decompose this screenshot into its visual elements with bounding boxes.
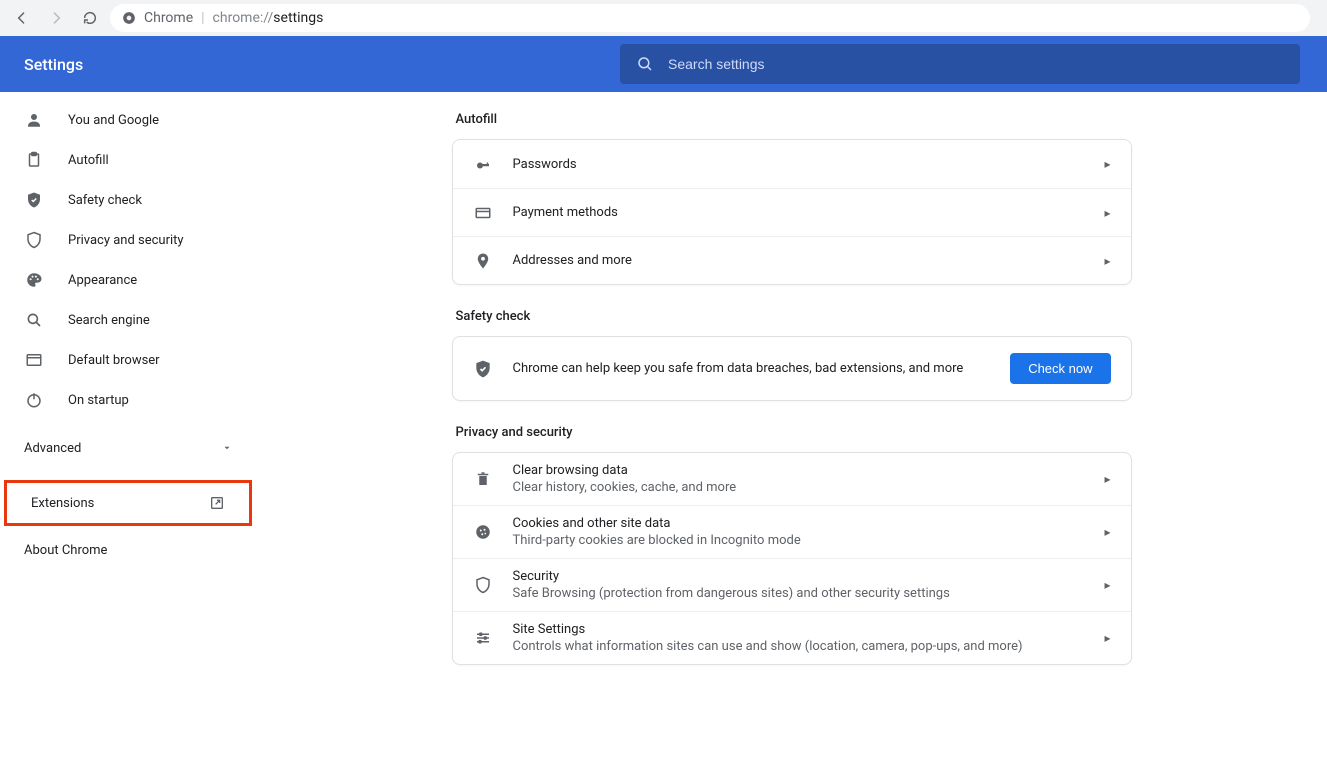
tune-icon	[473, 629, 493, 647]
sidebar-item-label: Search engine	[68, 313, 150, 328]
reload-button[interactable]	[76, 4, 104, 32]
sidebar-item-autofill[interactable]: Autofill	[0, 140, 256, 180]
section-privacy: Privacy and security Clear browsing data…	[452, 425, 1132, 665]
sidebar-advanced-label: Advanced	[24, 441, 81, 456]
location-icon	[473, 252, 493, 270]
sidebar-advanced[interactable]: Advanced	[0, 428, 256, 468]
chevron-right-icon: ▸	[1104, 254, 1110, 268]
safety-check-row: Chrome can help keep you safe from data …	[453, 337, 1131, 400]
search-settings-input[interactable]	[668, 56, 1284, 72]
chevron-right-icon: ▸	[1104, 157, 1110, 171]
sidebar-extensions[interactable]: Extensions	[7, 483, 249, 523]
sidebar-about-chrome[interactable]: About Chrome	[0, 530, 256, 570]
row-site-settings[interactable]: Site Settings Controls what information …	[453, 611, 1131, 664]
power-icon	[24, 391, 44, 409]
sidebar-about-label: About Chrome	[24, 543, 107, 558]
row-passwords[interactable]: Passwords ▸	[453, 140, 1131, 188]
sidebar-item-label: On startup	[68, 393, 129, 408]
row-title: Addresses and more	[513, 253, 1085, 268]
row-title: Passwords	[513, 157, 1085, 172]
row-payment-methods[interactable]: Payment methods ▸	[453, 188, 1131, 236]
chevron-right-icon: ▸	[1104, 206, 1110, 220]
safety-check-text: Chrome can help keep you safe from data …	[513, 361, 991, 376]
sidebar-item-label: Autofill	[68, 153, 109, 168]
chevron-right-icon: ▸	[1104, 472, 1110, 486]
row-title: Payment methods	[513, 205, 1085, 220]
row-subtitle: Clear history, cookies, cache, and more	[513, 480, 1085, 495]
search-icon	[636, 55, 654, 73]
sidebar-item-label: Appearance	[68, 273, 137, 288]
section-title-privacy: Privacy and security	[452, 425, 1132, 452]
shield-icon	[24, 231, 44, 249]
check-now-button[interactable]: Check now	[1010, 353, 1110, 384]
row-title: Security	[513, 569, 1085, 584]
shield-check-icon	[473, 359, 493, 379]
extensions-highlight: Extensions	[4, 480, 252, 526]
settings-header: Settings	[0, 36, 1327, 92]
row-cookies[interactable]: Cookies and other site data Third-party …	[453, 505, 1131, 558]
chevron-right-icon: ▸	[1104, 578, 1110, 592]
omnibox-divider: |	[201, 10, 204, 26]
forward-button[interactable]	[42, 4, 70, 32]
section-safety-check: Safety check Chrome can help keep you sa…	[452, 309, 1132, 401]
chrome-favicon-icon	[122, 11, 136, 25]
address-bar[interactable]: Chrome | chrome://settings	[110, 4, 1310, 32]
person-icon	[24, 111, 44, 129]
search-settings-box[interactable]	[620, 44, 1300, 84]
row-addresses[interactable]: Addresses and more ▸	[453, 236, 1131, 284]
row-subtitle: Controls what information sites can use …	[513, 639, 1085, 654]
sidebar-item-privacy[interactable]: Privacy and security	[0, 220, 256, 260]
shield-icon	[473, 576, 493, 594]
sidebar-item-default-browser[interactable]: Default browser	[0, 340, 256, 380]
row-clear-browsing-data[interactable]: Clear browsing data Clear history, cooki…	[453, 453, 1131, 505]
row-title: Clear browsing data	[513, 463, 1085, 478]
sidebar: You and Google Autofill Safety check Pri…	[0, 92, 256, 768]
sidebar-item-label: Safety check	[68, 193, 142, 208]
omnibox-url: chrome://settings	[213, 10, 324, 26]
key-icon	[473, 155, 493, 173]
sidebar-item-label: Privacy and security	[68, 233, 184, 248]
sidebar-item-on-startup[interactable]: On startup	[0, 380, 256, 420]
chevron-down-icon	[222, 443, 232, 453]
omnibox-product: Chrome	[144, 10, 193, 26]
row-title: Cookies and other site data	[513, 516, 1085, 531]
row-title: Site Settings	[513, 622, 1085, 637]
chevron-right-icon: ▸	[1104, 525, 1110, 539]
sidebar-item-label: Default browser	[68, 353, 160, 368]
clipboard-icon	[24, 151, 44, 169]
browser-icon	[24, 351, 44, 369]
sidebar-item-appearance[interactable]: Appearance	[0, 260, 256, 300]
search-icon	[24, 311, 44, 329]
row-subtitle: Safe Browsing (protection from dangerous…	[513, 586, 1085, 601]
sidebar-item-safety-check[interactable]: Safety check	[0, 180, 256, 220]
page-title: Settings	[24, 55, 620, 74]
section-autofill: Autofill Passwords ▸ Payment methods ▸	[452, 112, 1132, 285]
chevron-right-icon: ▸	[1104, 631, 1110, 645]
sidebar-item-you-and-google[interactable]: You and Google	[0, 100, 256, 140]
credit-card-icon	[473, 204, 493, 222]
open-in-new-icon	[209, 495, 225, 511]
back-button[interactable]	[8, 4, 36, 32]
cookie-icon	[473, 523, 493, 541]
sidebar-extensions-label: Extensions	[31, 496, 94, 511]
sidebar-item-label: You and Google	[68, 113, 159, 128]
section-title-autofill: Autofill	[452, 112, 1132, 139]
palette-icon	[24, 271, 44, 289]
section-title-safety: Safety check	[452, 309, 1132, 336]
row-security[interactable]: Security Safe Browsing (protection from …	[453, 558, 1131, 611]
sidebar-item-search-engine[interactable]: Search engine	[0, 300, 256, 340]
shield-check-icon	[24, 191, 44, 209]
main-panel: Autofill Passwords ▸ Payment methods ▸	[256, 92, 1327, 768]
row-subtitle: Third-party cookies are blocked in Incog…	[513, 533, 1085, 548]
browser-toolbar: Chrome | chrome://settings	[0, 0, 1327, 36]
trash-icon	[473, 470, 493, 488]
